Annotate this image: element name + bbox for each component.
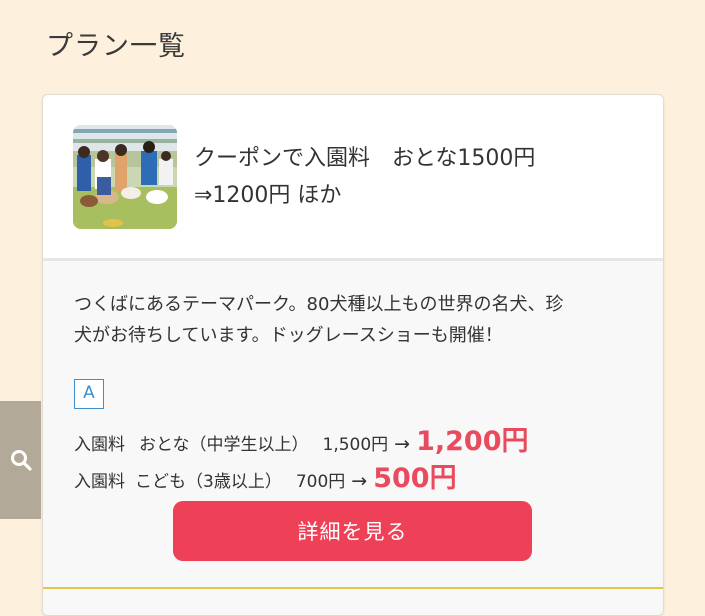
plan-title-line2: ⇒1200円 ほか xyxy=(194,183,342,208)
price-row-adult: 入園料 おとな（中学生以上） 1,500円 → 1,200円 xyxy=(74,419,529,457)
plan-title[interactable]: クーポンで入園料 おとな1500円 ⇒1200円 ほか xyxy=(194,140,634,214)
plan-card-body: つくばにあるテーマパーク。80犬種以上もの世界の名犬、珍 犬がお待ちしています。… xyxy=(43,261,663,615)
card-divider xyxy=(43,587,663,589)
plan-card: クーポンで入園料 おとな1500円 ⇒1200円 ほか つくばにあるテーマパーク… xyxy=(42,94,664,616)
price-row-child: 入園料 こども（3歳以上） 700円 → 500円 xyxy=(74,456,457,494)
page-title: プラン一覧 xyxy=(46,31,186,62)
plan-thumbnail[interactable] xyxy=(73,125,177,229)
old-price: 700円 xyxy=(295,472,346,492)
price-category: こども（3歳以上） xyxy=(135,472,282,492)
plan-card-header[interactable]: クーポンで入園料 おとな1500円 ⇒1200円 ほか xyxy=(43,95,663,261)
price-label: 入園料 xyxy=(74,472,125,492)
side-search-tab[interactable] xyxy=(0,401,41,519)
dog-park-photo-icon xyxy=(73,125,177,229)
coupon-badge: A xyxy=(74,379,104,409)
plan-title-line1: クーポンで入園料 おとな1500円 xyxy=(194,146,536,171)
price-label: 入園料 xyxy=(74,435,125,455)
plan-description-line2: 犬がお待ちしています。ドッグレースショーも開催！ xyxy=(74,325,503,346)
arrow-icon: → xyxy=(394,433,411,455)
new-price: 500円 xyxy=(373,463,457,494)
arrow-icon: → xyxy=(351,470,368,492)
new-price: 1,200円 xyxy=(416,426,529,457)
detail-button[interactable]: 詳細を見る xyxy=(173,501,532,561)
search-icon xyxy=(10,450,32,471)
plan-description: つくばにあるテーマパーク。80犬種以上もの世界の名犬、珍 犬がお待ちしています。… xyxy=(74,289,639,351)
price-category: おとな（中学生以上） xyxy=(139,435,309,455)
plan-description-line1: つくばにあるテーマパーク。80犬種以上もの世界の名犬、珍 xyxy=(74,294,564,315)
old-price: 1,500円 xyxy=(322,435,389,455)
